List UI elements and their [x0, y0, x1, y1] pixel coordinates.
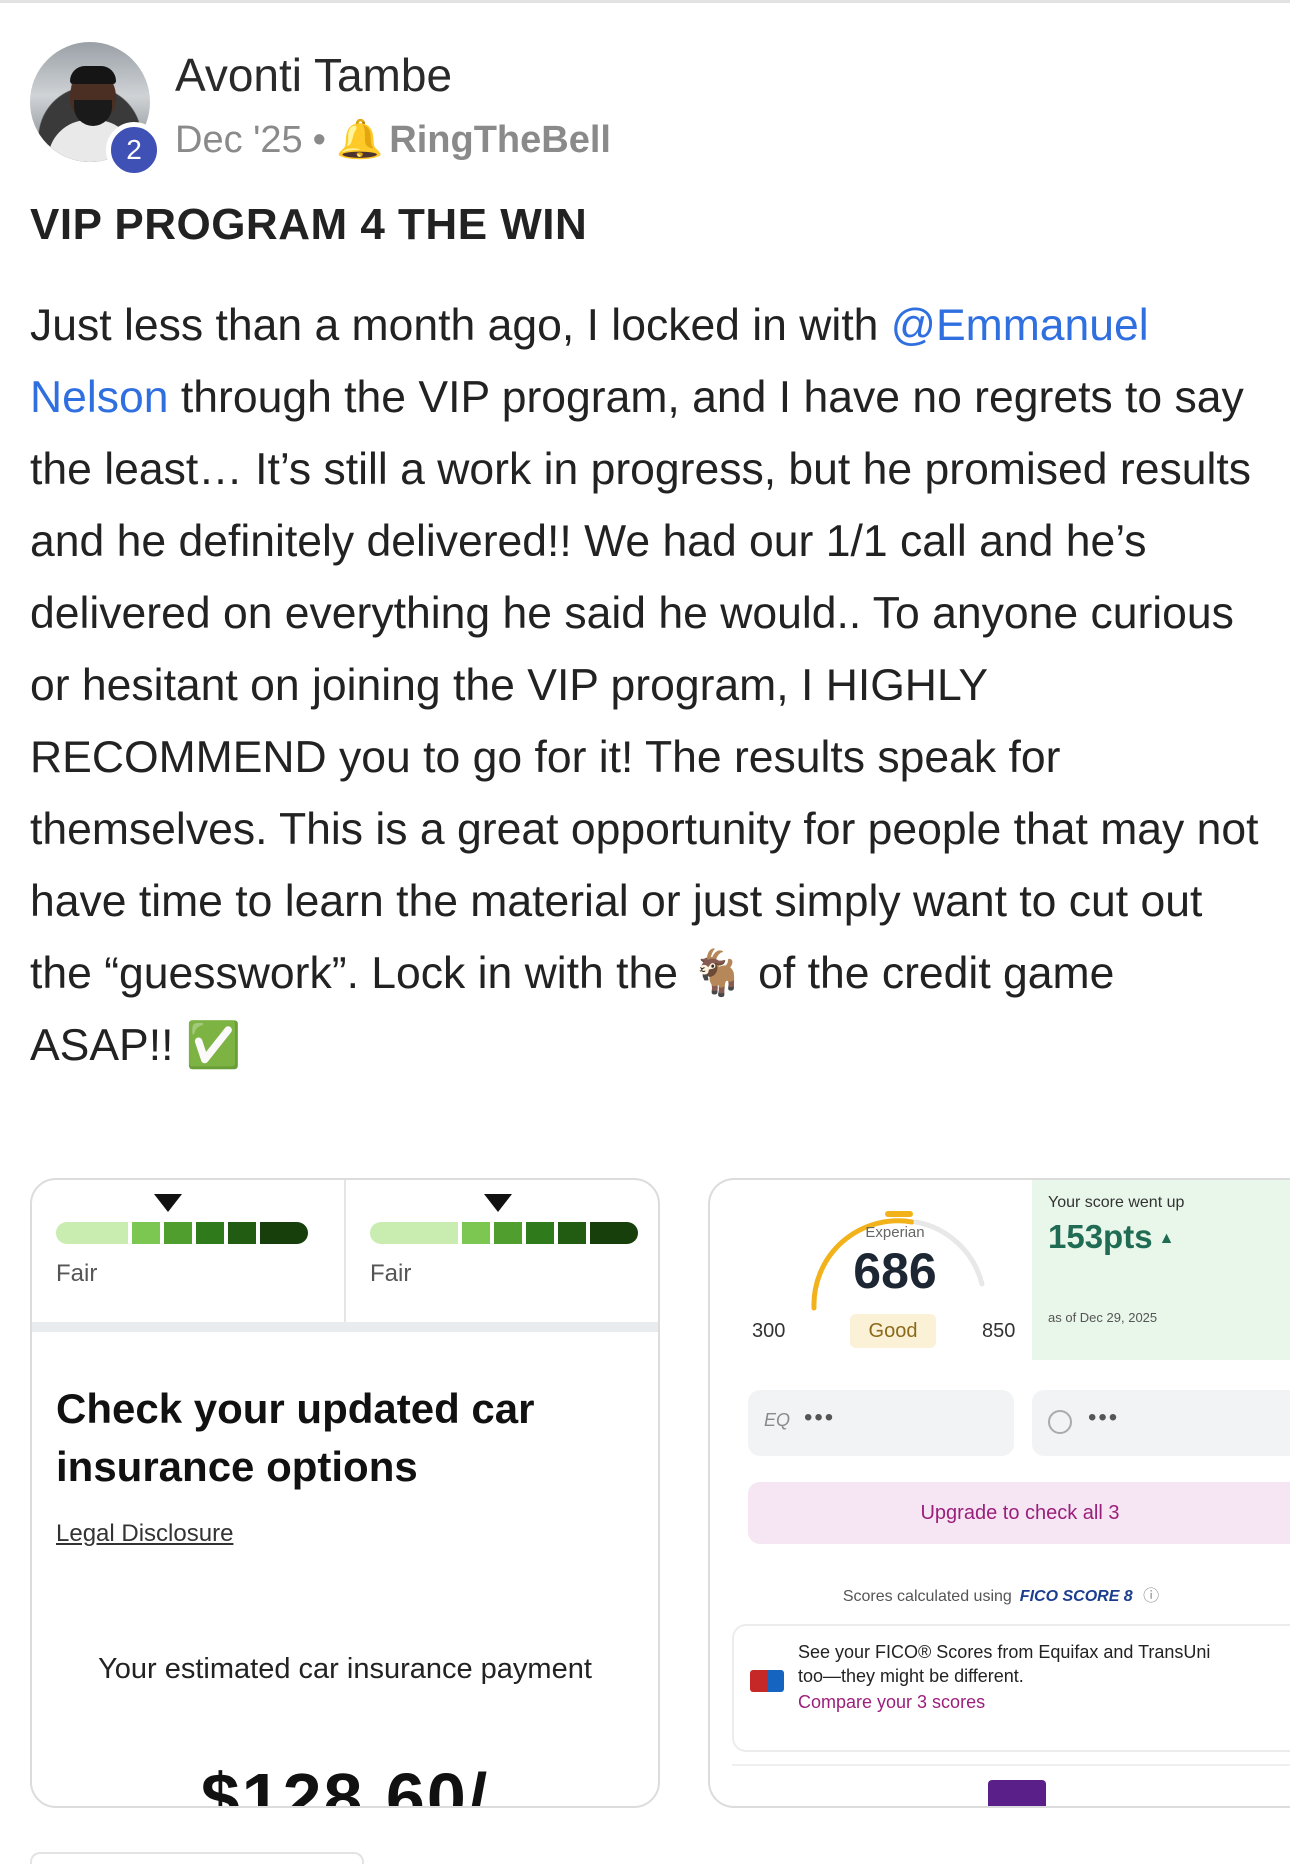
transunion-logo-icon — [1048, 1410, 1072, 1434]
estimate-label: Your estimated car insurance payment — [98, 1653, 592, 1685]
bureau-card-transunion[interactable]: ••• — [1032, 1390, 1290, 1456]
bureaus-icon — [750, 1670, 784, 1692]
estimate-price: $128.60/ — [200, 1759, 490, 1808]
credit-score: 686 — [853, 1243, 937, 1299]
gauge-bar — [370, 1222, 638, 1244]
meta-separator: • — [312, 118, 326, 161]
gauge-label: Fair — [56, 1260, 98, 1287]
post-date: Dec '25 — [175, 118, 303, 161]
attachment-image-credit-score[interactable]: Experian 686 300 Good 850 Your score wen… — [708, 1178, 1290, 1808]
triangle-up-icon: ▲ — [1158, 1230, 1175, 1248]
author-name[interactable]: Avonti Tambe — [175, 48, 452, 102]
range-max: 850 — [982, 1320, 1016, 1342]
credit-gauge: Fair — [32, 1180, 344, 1322]
reaction-bar[interactable] — [30, 1852, 364, 1864]
bell-icon: 🔔 — [335, 119, 384, 161]
bureau-card-equifax[interactable]: EQ ••• — [748, 1390, 1014, 1456]
more-icon: ••• — [804, 1404, 836, 1431]
equifax-logo-icon: EQ — [764, 1410, 791, 1430]
goat-emoji: 🐐 — [690, 949, 746, 998]
section-divider — [32, 1322, 658, 1332]
gauge-pointer-icon — [154, 1194, 182, 1212]
post-meta: Dec '25 • 🔔 RingTheBell — [175, 118, 611, 162]
top-divider — [0, 0, 1290, 3]
attachment-image-insurance[interactable]: Fair Fair Check your updated car insuran… — [30, 1178, 660, 1808]
range-min: 300 — [752, 1320, 786, 1342]
legal-disclosure-link[interactable]: Legal Disclosure — [56, 1520, 233, 1548]
score-change-label: Your score went up — [1048, 1194, 1185, 1211]
purple-button[interactable] — [988, 1780, 1046, 1806]
fico-promo-line: too—they might be different. — [798, 1666, 1024, 1686]
credit-gauges: Fair Fair — [32, 1180, 658, 1322]
score-change-number: 153pts — [1048, 1218, 1153, 1255]
gauge-pointer-icon — [484, 1194, 512, 1212]
fico-promo-line: See your FICO® Scores from Equifax and T… — [798, 1642, 1211, 1662]
author-avatar-area[interactable]: 2 — [30, 42, 162, 178]
scores-calculated-text: Scores calculated using — [842, 1588, 1012, 1605]
category-link[interactable]: RingTheBell — [389, 119, 611, 162]
score-change-value: 153pts ▲ — [1048, 1218, 1174, 1256]
scores-calculated-note: Scores calculated using FICO SCORE 8 ⓘ — [710, 1582, 1290, 1606]
post-body: Just less than a month ago, I locked in … — [30, 290, 1260, 1082]
more-icon: ••• — [1088, 1404, 1120, 1431]
check-emoji: ✅ — [185, 1021, 242, 1070]
post-body-text: through the VIP program, and I have no r… — [30, 373, 1259, 998]
fico-promo-card[interactable]: See your FICO® Scores from Equifax and T… — [732, 1624, 1290, 1752]
level-badge: 2 — [106, 122, 162, 178]
info-icon: ⓘ — [1143, 1588, 1160, 1605]
insurance-heading: Check your updated car insurance options — [56, 1385, 535, 1490]
post-title: VIP PROGRAM 4 THE WIN — [30, 200, 588, 249]
score-date: as of Dec 29, 2025 — [1048, 1310, 1158, 1325]
bureau-label: Experian — [865, 1224, 925, 1241]
rating-badge: Good — [850, 1314, 936, 1348]
credit-gauge: Fair — [344, 1180, 658, 1322]
compare-scores-link[interactable]: Compare your 3 scores — [798, 1692, 985, 1713]
post-body-text: Just less than a month ago, I locked in … — [30, 301, 891, 350]
gauge-label: Fair — [370, 1260, 412, 1287]
fico-promo-text: See your FICO® Scores from Equifax and T… — [798, 1640, 1290, 1688]
gauge-bar — [56, 1222, 308, 1244]
upgrade-button[interactable]: Upgrade to check all 3 — [748, 1482, 1290, 1544]
fico-logo: FICO SCORE 8 — [1019, 1588, 1133, 1605]
score-change-panel: Your score went up 153pts ▲ as of Dec 29,… — [1032, 1180, 1290, 1360]
